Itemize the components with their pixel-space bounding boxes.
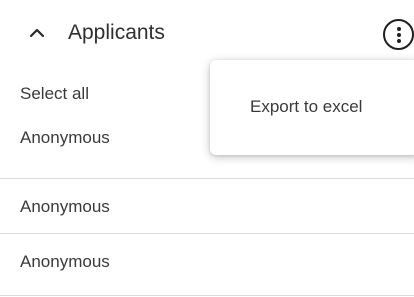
applicant-name: Anonymous xyxy=(20,128,110,147)
applicant-name: Anonymous xyxy=(20,197,110,216)
row-divider xyxy=(0,295,414,296)
row-divider xyxy=(0,233,414,234)
applicants-section-header: Applicants xyxy=(0,0,414,68)
applicant-row[interactable]: Anonymous xyxy=(0,238,414,290)
chevron-up-icon[interactable] xyxy=(28,24,46,42)
section-title: Applicants xyxy=(68,21,165,44)
row-divider xyxy=(0,178,414,179)
applicant-name: Anonymous xyxy=(20,252,110,271)
export-to-excel-menu-item[interactable]: Export to excel xyxy=(250,96,362,118)
kebab-dot xyxy=(397,39,401,43)
kebab-dot xyxy=(397,33,401,37)
applicant-row[interactable]: Anonymous xyxy=(0,183,414,235)
options-menu-popover: Export to excel xyxy=(210,60,414,155)
kebab-menu-icon xyxy=(397,27,401,31)
select-all-link[interactable]: Select all xyxy=(20,83,89,105)
more-options-button[interactable] xyxy=(383,19,414,50)
